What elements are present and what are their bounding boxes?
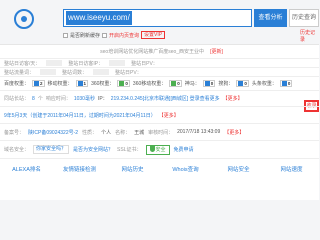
keyword-row: 整站流量词： 整站词数： 整站日PV： [0, 68, 319, 77]
tool-security[interactable]: 网站安全 [212, 165, 265, 173]
inner-page-checkbox[interactable] [102, 32, 108, 38]
search-button[interactable]: 查看分析 [254, 9, 287, 27]
response-time-label: 响应时间： [45, 96, 71, 102]
ip-label: IP： [97, 96, 108, 102]
360-icon [119, 81, 125, 86]
safety-hint[interactable]: 是否为安全网站？ [73, 146, 113, 153]
history-button[interactable]: 历史查询 [289, 9, 319, 27]
weight-row: 百度权重： 2 移动权重： 1 360权重： 0 360移动权重： 0 神马： … [0, 77, 319, 91]
traffic-words-label: 整站流量词： [4, 69, 35, 76]
search-input[interactable]: www.iseeyu.com/ [63, 9, 252, 27]
ssl-status[interactable]: 安全 [145, 144, 170, 155]
tool-history[interactable]: 网站历史 [106, 165, 159, 173]
domain-age-more[interactable]: 【更多】 [159, 112, 179, 119]
cache-label: 是否刷新缓存 [70, 32, 101, 39]
tool-alexa[interactable]: ALEXA排名 [0, 165, 53, 173]
360-mobile-icon [171, 81, 177, 86]
logo-icon [14, 9, 34, 29]
search-options: 是否刷新缓存 开启内页查询 设置VIP [63, 31, 166, 39]
beian-date: 2017/7/18 13:43:09 [177, 129, 221, 135]
toutiao-badge[interactable]: 0 [279, 80, 293, 87]
same-host-label: 同站长站： [4, 96, 30, 102]
baidu-weight-label: 百度权重： [4, 81, 30, 87]
daily-visitors-label: 整站日访客/天： [4, 60, 41, 67]
same-host-unit: 个 [37, 96, 43, 102]
360-mobile-weight-badge[interactable]: 0 [169, 80, 182, 87]
baidu-paw-icon [34, 81, 40, 86]
beian-more[interactable]: 【更多】 [224, 129, 244, 136]
mobile-icon [77, 81, 83, 86]
shenma-icon [204, 81, 210, 86]
shield-icon [149, 146, 155, 153]
history-link[interactable]: 历史记录 [300, 29, 319, 43]
shenma-badge[interactable]: 0 [202, 80, 216, 87]
beian-name-label: 名称： [115, 129, 131, 136]
daily-pv-label: 整站日PV： [131, 60, 158, 67]
360-weight-badge[interactable]: 0 [117, 80, 130, 87]
360-weight-label: 360权重： [91, 81, 115, 87]
cache-checkbox[interactable] [63, 32, 68, 38]
site-title-row: seo培训网站优化网站推广百度seo_西安王业中 [更新] [0, 45, 319, 59]
domain-age-text: 9年5月3天（创建于2011年04月11日，过期时间为2021年04月11日） [4, 112, 156, 119]
shenma-label: 神马： [184, 81, 200, 87]
beian-number[interactable]: 陕ICP备09024322号-2 [28, 129, 78, 136]
daily-visitors-bar [46, 60, 63, 66]
domain-age-row: 9年5月3天（创建于2011年04月11日，过期时间为2021年04月11日） … [0, 107, 319, 124]
tool-whois[interactable]: Whois查询 [159, 165, 212, 173]
mobile-weight-badge[interactable]: 1 [75, 80, 89, 87]
ip-value[interactable]: 219.234.0.245[北京市联通][西城区] 登录查看更多 [111, 95, 220, 102]
tool-speed[interactable]: 网站速度 [265, 165, 318, 173]
tools-bar: ALEXA排名 友情链接检测 网站历史 Whois查询 网站安全 网站速度 [0, 162, 319, 176]
domain-safety-label: 域名安全： [4, 147, 30, 153]
top-search-area: www.iseeyu.com/ 查看分析 历史查询 历史记录 是否刷新缓存 开启… [0, 0, 319, 44]
baidu-weight-badge[interactable]: 2 [32, 80, 45, 87]
vip-tag[interactable]: 设置VIP [141, 31, 166, 39]
traffic-row: 整站日访客/天： 整站日访客IP： 整站日PV： [0, 59, 319, 68]
beian-label: 备案号： [4, 129, 25, 136]
inner-page-label: 开启内页查询 [109, 32, 140, 39]
beian-name: 王城 [134, 129, 145, 136]
beian-type: 个人 [101, 129, 112, 136]
ip-more-link[interactable]: 【更多】 [223, 95, 243, 102]
seo-info-panel: seo培训网站优化网站推广百度seo_西安王业中 [更新] 整站日访客/天： 整… [0, 44, 319, 200]
free-apply-link[interactable]: 免费申请 [174, 146, 194, 153]
toutiao-icon [281, 81, 287, 86]
sogou-icon [238, 81, 244, 86]
site-title: seo培训网站优化网站推广百度seo_西安王业中 [100, 49, 205, 55]
title-update-link[interactable]: [更新] [210, 48, 223, 55]
mobile-weight-label: 移动权重： [47, 81, 73, 87]
beian-row: 备案号： 陕ICP备09024322号-2 性质： 个人 名称： 王城 审核时间… [0, 124, 319, 141]
toutiao-label: 头条权重： [251, 81, 277, 87]
word-count-bar [93, 69, 110, 75]
safety-query-button[interactable]: 你家安全吗？ [33, 145, 70, 154]
beian-type-label: 性质： [82, 129, 98, 136]
traffic-words-bar [40, 69, 57, 75]
security-row: 域名安全： 你家安全吗？ 是否为安全网站？ SSL证书： 安全 免费申请 [0, 141, 319, 159]
ssl-label: SSL证书： [117, 147, 142, 153]
sogou-badge[interactable]: 0 [236, 80, 249, 87]
same-host-count[interactable]: 8 [32, 96, 35, 102]
search-input-value: www.iseeyu.com/ [66, 11, 132, 25]
tool-friend-links[interactable]: 友情链接检测 [53, 165, 106, 173]
daily-ip-bar [109, 60, 126, 66]
server-row: 同站长站： 8 个 响应时间： 1030毫秒 IP： 219.234.0.245… [0, 91, 319, 107]
daily-pv-2-label: 整站日PV： [115, 69, 142, 76]
sogou-label: 搜狗： [218, 81, 234, 87]
response-time-value: 1030毫秒 [73, 96, 95, 102]
360-mobile-weight-label: 360移动权重： [132, 81, 167, 87]
word-count-label: 整站词数： [62, 69, 88, 76]
beian-date-label: 审核时间： [148, 129, 174, 136]
daily-ip-label: 整站日访客IP： [68, 60, 104, 67]
